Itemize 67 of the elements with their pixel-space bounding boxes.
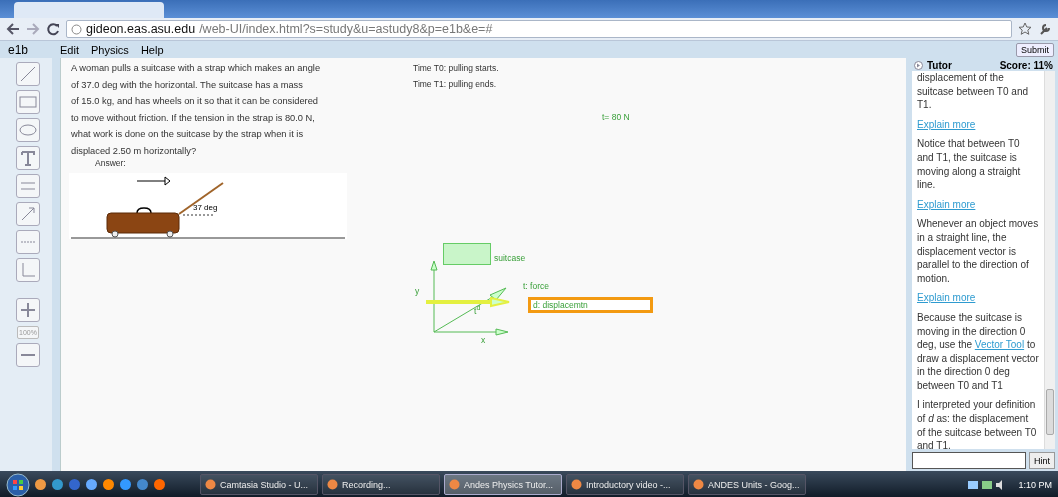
- menu-item[interactable]: Physics: [90, 43, 129, 56]
- time-note: Time T1: pulling ends.: [413, 79, 497, 89]
- quick-launch-icon[interactable]: [51, 478, 64, 491]
- problem-title: e1b: [7, 42, 30, 57]
- app-icon: [205, 479, 216, 490]
- score-label: Score: 11%: [999, 60, 1053, 71]
- submit-button[interactable]: Submit: [1016, 42, 1054, 57]
- hint-button[interactable]: Hint: [1029, 452, 1055, 469]
- force-vector[interactable]: [433, 287, 507, 333]
- app-icon: [693, 479, 704, 490]
- quick-launch-icon[interactable]: [68, 478, 81, 491]
- time-note: Time T0: pulling starts.: [413, 63, 499, 73]
- menu-item[interactable]: Edit: [60, 43, 79, 56]
- tutor-message: Notice that between T0 and T1, the suitcase is moving along a straight line.: [917, 137, 1022, 192]
- clock: 1:10 PM: [1018, 479, 1052, 490]
- star-icon[interactable]: [1018, 22, 1032, 36]
- reload-icon[interactable]: [46, 22, 60, 36]
- axes-drawing[interactable]: [430, 260, 509, 336]
- text-tool-icon[interactable]: [16, 146, 40, 170]
- answer-label: Answer:: [95, 158, 126, 168]
- tutor-message: Because the suitcase is moving in the direction 0 deg, use the Vector Tool to draw a displacement vector in the direction 0 deg between T0 and T1: [917, 310, 1039, 393]
- angle-mark: t$^{d}$: [474, 304, 481, 316]
- line-tool-icon[interactable]: [16, 62, 40, 86]
- rectangle-tool-icon[interactable]: [16, 90, 40, 114]
- taskbar-button[interactable]: Introductory video -...: [566, 474, 684, 495]
- axes-tool-icon[interactable]: [16, 258, 40, 282]
- quick-launch-icon[interactable]: [153, 478, 166, 491]
- arrow-icon: [136, 176, 171, 186]
- tutor-message: displacement of the suitcase between T0 and T1.: [917, 71, 1029, 112]
- axis-label: y: [415, 286, 420, 296]
- forward-icon[interactable]: [26, 23, 40, 35]
- wrench-icon[interactable]: [1038, 22, 1052, 36]
- hint-input-field[interactable]: [912, 452, 1026, 469]
- collapse-icon[interactable]: [914, 61, 923, 70]
- app-icon: [571, 479, 582, 490]
- address-field[interactable]: gideon.eas.asu.edu /web-UI/index.html?s=study&u=astudy8&p=e1b&e=#: [66, 20, 1012, 38]
- quick-launch-icon[interactable]: [119, 478, 132, 491]
- zoom-in-icon[interactable]: [16, 298, 40, 322]
- angle-label: 37 deg: [193, 203, 218, 212]
- quick-launch-icon[interactable]: [136, 478, 149, 491]
- taskbar-button[interactable]: Recording...: [322, 474, 440, 495]
- tutor-message: I interpreted your definition of d as: the displacement of the suitcase between T0 and T1.: [917, 398, 1038, 449]
- app-icon: [327, 479, 338, 490]
- menu-item[interactable]: Help: [140, 43, 164, 56]
- tutor-title: Tutor: [927, 60, 952, 71]
- problem-statement: A woman pulls a suitcase with a strap which makes an angle of 37.0 deg with the horizontal. The suitcase has a mass of 15.0 kg, and has wheels on it so that it can be considered to move without friction. If the tension in the strap is 80.0 N, what work is done on the suitcase by the strap when it is displaced 2.50 m horizontally?: [71, 62, 321, 158]
- vector-tool-icon[interactable]: [16, 202, 40, 226]
- axis-tool-icon[interactable]: [16, 230, 40, 254]
- reference-line: [182, 214, 216, 216]
- axis-label: x: [481, 335, 486, 345]
- quick-launch-icon[interactable]: [34, 478, 47, 491]
- quick-launch-icon[interactable]: [102, 478, 115, 491]
- zoom-out-icon[interactable]: [16, 343, 40, 367]
- strap-line: [178, 182, 224, 215]
- start-button[interactable]: [6, 472, 30, 497]
- tutor-message: Whenever an object moves in a straight line, the displacement vector is parallel to the direction of motion.: [917, 217, 1039, 286]
- taskbar-button[interactable]: Camtasia Studio - U...: [200, 474, 318, 495]
- app-icon: [449, 479, 460, 490]
- ellipse-tool-icon[interactable]: [16, 118, 40, 142]
- body-rectangle[interactable]: [443, 243, 491, 265]
- quick-launch-icon[interactable]: [85, 478, 98, 491]
- equation-tool-icon[interactable]: [16, 174, 40, 198]
- taskbar-button[interactable]: Andes Physics Tutor...: [444, 474, 562, 495]
- back-icon[interactable]: [6, 23, 20, 35]
- scrollbar[interactable]: [1044, 71, 1055, 449]
- vector-label-field[interactable]: d: displacemtn: [528, 297, 653, 313]
- taskbar-button[interactable]: ANDES Units - Goog...: [688, 474, 806, 495]
